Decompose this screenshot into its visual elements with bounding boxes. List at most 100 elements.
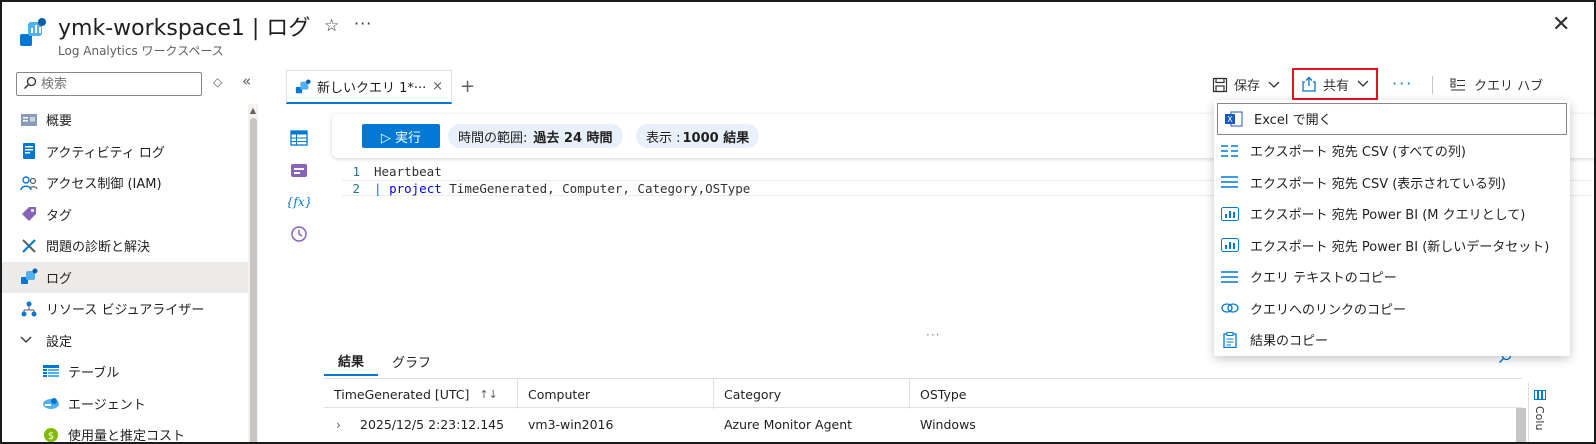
window: ymk-workspace1 | ログ Log Analytics ワークスペー…	[0, 0, 1596, 444]
menu-item-label: クエリ テキストのコピー	[1250, 271, 1397, 287]
diagnose-icon	[20, 237, 38, 255]
sidebar-item-overview[interactable]: 概要	[2, 104, 248, 136]
table-row[interactable]: › 2025/12/5 2:23:12.145 vm3-win2016 Azur…	[324, 410, 1522, 438]
sidebar-group-settings[interactable]: 設定	[2, 325, 248, 357]
columns-panel-toggle[interactable]: Colu	[1528, 382, 1550, 442]
logs-icon	[20, 268, 38, 286]
column-header-timegenerated[interactable]: TimeGenerated [UTC] ↑↓	[324, 379, 518, 409]
menu-item-label: Excel で開く	[1254, 113, 1332, 129]
tables-tool-icon[interactable]	[288, 122, 310, 154]
add-tab-icon[interactable]: +	[460, 76, 475, 97]
iam-icon	[20, 174, 38, 192]
line-number: 1	[352, 164, 360, 179]
sidebar-item-label: 使用量と推定コスト	[68, 429, 186, 444]
svg-text:X: X	[1227, 115, 1233, 124]
results-scrollbar[interactable]	[1516, 408, 1526, 442]
sidebar-item-iam[interactable]: アクセス制御 (IAM)	[2, 167, 248, 199]
sidebar-scroll-thumb[interactable]	[250, 118, 257, 442]
sidebar-item-usage[interactable]: $ 使用量と推定コスト	[2, 419, 248, 444]
chevron-down-icon	[1268, 81, 1280, 88]
editor-tool-strip: {fx}	[288, 122, 310, 250]
menu-item-export-powerbi-dataset[interactable]: エクスポート 宛先 Power BI (新しいデータセット)	[1214, 230, 1570, 262]
sidebar-item-diagnose[interactable]: 問題の診断と解決	[2, 230, 248, 262]
results-tabs: 結果 グラフ	[324, 346, 445, 376]
line-number: 2	[352, 181, 360, 196]
sidebar-search-input[interactable]	[16, 72, 202, 96]
menu-item-open-excel[interactable]: X Excel で開く	[1217, 103, 1567, 135]
share-label: 共有	[1322, 78, 1349, 94]
column-label: Computer	[528, 386, 591, 402]
sidebar-item-resource-visualizer[interactable]: リソース ビジュアライザー	[2, 293, 248, 325]
functions-tool-icon[interactable]: {fx}	[288, 186, 310, 218]
query-hub-button[interactable]: クエリ ハブ	[1450, 75, 1543, 94]
menu-item-label: 結果のコピー	[1250, 334, 1329, 350]
collapse-sidebar-icon[interactable]: «	[242, 72, 251, 90]
column-header-computer[interactable]: Computer	[518, 379, 714, 409]
column-header-category[interactable]: Category	[714, 379, 910, 409]
powerbi-icon	[1220, 205, 1240, 223]
search-field[interactable]	[41, 75, 197, 93]
toolbar-divider	[1432, 76, 1433, 94]
time-range-selector[interactable]: 時間の範囲: 過去 24 時間	[448, 124, 623, 148]
run-button[interactable]: ▷ 実行	[362, 124, 440, 148]
tab-chart[interactable]: グラフ	[378, 346, 445, 376]
menu-item-export-csv-visible[interactable]: エクスポート 宛先 CSV (表示されている列)	[1214, 167, 1570, 199]
visualizer-icon	[20, 300, 38, 318]
sort-icon[interactable]: ◇	[213, 75, 222, 89]
tag-icon	[20, 205, 38, 223]
tab-close-icon[interactable]: ×	[432, 79, 443, 94]
search-icon	[23, 76, 37, 90]
save-icon	[1212, 77, 1228, 92]
code-text: Heartbeat	[374, 164, 442, 179]
column-label: OSType	[920, 386, 967, 402]
pane-splitter-handle[interactable]: ···	[926, 328, 940, 342]
sidebar-item-label: リソース ビジュアライザー	[46, 303, 205, 319]
share-button[interactable]: 共有	[1292, 68, 1378, 100]
sidebar-item-label: タグ	[46, 208, 73, 224]
result-limit-value: 1000 結果	[682, 130, 750, 146]
scroll-up-icon[interactable]: ▲	[248, 106, 258, 115]
menu-item-export-powerbi-m[interactable]: エクスポート 宛先 Power BI (M クエリとして)	[1214, 198, 1570, 230]
powerbi-icon	[1220, 236, 1240, 254]
save-button[interactable]: 保存	[1212, 75, 1280, 94]
table-cell: Azure Monitor Agent	[724, 416, 853, 432]
menu-item-copy-results[interactable]: 結果のコピー	[1214, 324, 1570, 356]
copy-text-icon	[1220, 268, 1240, 286]
activity-log-icon	[20, 142, 38, 160]
menu-item-copy-query-link[interactable]: クエリへのリンクのコピー	[1214, 293, 1570, 325]
table-icon	[42, 363, 60, 381]
chevron-down-icon	[20, 333, 38, 347]
sidebar-item-label: 概要	[46, 114, 73, 130]
sidebar-item-agents[interactable]: エージェント	[2, 388, 248, 420]
menu-item-label: エクスポート 宛先 CSV (すべての列)	[1250, 145, 1466, 161]
columns-panel-label: Colu	[1533, 406, 1546, 431]
query-hub-icon	[1450, 78, 1465, 90]
sidebar-item-label: ログ	[46, 271, 73, 287]
link-icon	[1220, 299, 1240, 317]
more-actions-icon[interactable]: ···	[354, 14, 372, 33]
results-grid-header: TimeGenerated [UTC] ↑↓ Computer Category…	[324, 378, 1522, 409]
toolbar-more-icon[interactable]: ···	[1392, 74, 1413, 93]
queries-tool-icon[interactable]	[288, 154, 310, 186]
sidebar-nav: 概要 アクティビティ ログ アクセス制御 (IAM) タグ 問題の診断と解決 ロ…	[2, 104, 248, 444]
expand-row-icon[interactable]: ›	[324, 410, 350, 438]
close-icon[interactable]: ✕	[1552, 12, 1570, 37]
sidebar-item-label: 設定	[46, 334, 73, 350]
sidebar-item-logs[interactable]: ログ	[2, 261, 248, 293]
tab-new-query[interactable]: 新しいクエリ 1*··· ×	[286, 70, 452, 104]
column-header-ostype[interactable]: OSType	[910, 379, 1522, 409]
sidebar-item-label: 問題の診断と解決	[46, 240, 151, 256]
menu-item-export-csv-all[interactable]: エクスポート 宛先 CSV (すべての列)	[1214, 135, 1570, 167]
sort-icon[interactable]: ↑↓	[479, 388, 497, 401]
sidebar-item-tags[interactable]: タグ	[2, 199, 248, 231]
menu-item-copy-query-text[interactable]: クエリ テキストのコピー	[1214, 261, 1570, 293]
sidebar-item-tables[interactable]: テーブル	[2, 356, 248, 388]
sidebar-item-activity-log[interactable]: アクティビティ ログ	[2, 136, 248, 168]
favorite-star-icon[interactable]: ☆	[324, 16, 339, 36]
query-hub-label: クエリ ハブ	[1474, 79, 1544, 94]
table-cell: 2025/12/5 2:23:12.145	[360, 416, 505, 432]
column-label: Category	[724, 386, 782, 402]
result-limit-selector[interactable]: 表示 : 1000 結果	[636, 124, 760, 148]
history-tool-icon[interactable]	[288, 218, 310, 250]
tab-results[interactable]: 結果	[324, 346, 379, 376]
